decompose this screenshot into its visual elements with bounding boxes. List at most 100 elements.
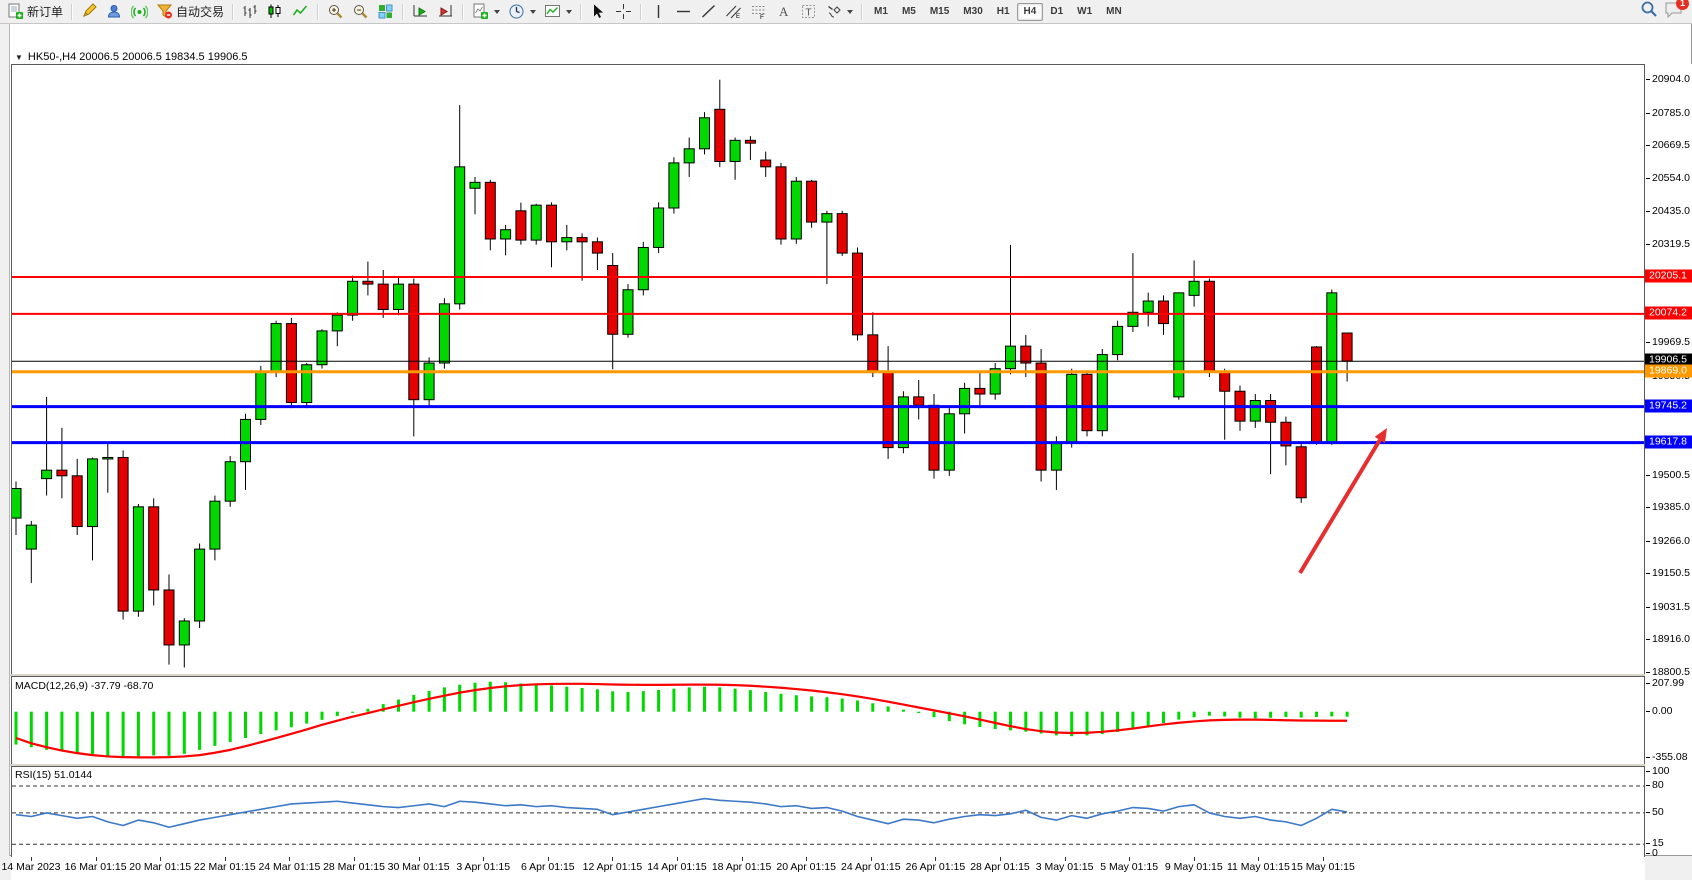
price-axis[interactable]: 20904.0 20785.0 20669.5 20554.0 20435.0 20319…	[1645, 64, 1692, 855]
chart-dropdown-icon[interactable]: ▼	[15, 53, 23, 62]
timeframe-button-w1[interactable]: W1	[1070, 3, 1099, 21]
svg-text:A: A	[779, 4, 789, 19]
time-axis-label: 20 Apr 01:15	[776, 861, 836, 873]
macd-panel[interactable]	[11, 676, 1645, 765]
horizontal-line-button[interactable]	[671, 2, 696, 22]
timeframe-button-m30[interactable]: M30	[956, 3, 989, 21]
search-icon[interactable]	[1640, 0, 1658, 23]
auto-scroll-button[interactable]	[408, 2, 433, 22]
trend-line-button[interactable]	[696, 2, 721, 22]
fibonacci-button[interactable]: F	[746, 2, 771, 22]
periods-button[interactable]	[504, 2, 540, 22]
time-axis-label: 20 Mar 01:15	[129, 861, 191, 873]
main-toolbar: 新订单 自动交易 E F A T M1M5M15M30H1H4D1W1MN 1	[0, 0, 1692, 24]
time-axis-label: 11 May 01:15	[1227, 861, 1290, 873]
price-axis-tick: 20904.0	[1652, 73, 1690, 85]
timeframe-button-h1[interactable]: H1	[990, 3, 1017, 21]
price-tag-19617.8: 19617.8	[1645, 435, 1692, 448]
macd-panel-divider[interactable]	[1, 674, 1691, 676]
svg-text:T: T	[806, 8, 812, 19]
trend-arrow-annotation[interactable]	[1300, 428, 1387, 573]
price-axis-tick: 19969.5	[1652, 336, 1690, 348]
price-axis-tick: 18916.0	[1652, 633, 1690, 645]
main-chart-panel[interactable]	[11, 64, 1645, 675]
price-axis-tick: 20669.5	[1652, 139, 1690, 151]
chart-shift-button[interactable]	[433, 2, 458, 22]
line-chart-button[interactable]	[288, 2, 313, 22]
crosshair-button[interactable]	[611, 2, 636, 22]
timeframe-button-m5[interactable]: M5	[895, 3, 923, 21]
svg-text:F: F	[760, 14, 764, 20]
time-axis-label: 14 Mar 2023	[2, 861, 61, 873]
cursor-button[interactable]	[586, 2, 611, 22]
zoom-in-icon	[327, 3, 344, 20]
signals-button[interactable]	[127, 2, 152, 22]
timeframe-button-m1[interactable]: M1	[867, 3, 895, 21]
time-axis-label: 5 May 01:15	[1100, 861, 1158, 873]
rsi-panel[interactable]	[11, 766, 1645, 858]
vertical-line-button[interactable]	[646, 2, 671, 22]
time-axis-label: 26 Apr 01:15	[906, 861, 966, 873]
pencil-button[interactable]	[77, 2, 102, 22]
time-axis-label: 15 May 01:15	[1291, 861, 1355, 873]
horizontal-line-icon	[675, 3, 692, 20]
zoom-in-button[interactable]	[323, 2, 348, 22]
templates-button[interactable]	[540, 2, 576, 22]
macd-axis-tick: 207.99	[1652, 677, 1684, 689]
templates-icon	[544, 3, 561, 20]
text-label-button[interactable]: T	[796, 2, 821, 22]
timeframe-button-mn[interactable]: MN	[1099, 3, 1129, 21]
trend-line-icon	[700, 3, 717, 20]
notifications-button[interactable]: 1	[1664, 1, 1683, 23]
rsi-axis-tick: 80	[1652, 779, 1664, 791]
candlestick-chart-canvas[interactable]	[12, 65, 1644, 674]
text-button[interactable]: A	[771, 2, 796, 22]
equidistant-channel-button[interactable]: E	[721, 2, 746, 22]
line-chart-icon	[292, 3, 309, 20]
price-tag-19869.0: 19869.0	[1645, 364, 1692, 377]
price-axis-tick: 20554.0	[1652, 172, 1690, 184]
dropdown-caret-icon[interactable]	[566, 10, 572, 14]
toolbar-separator	[232, 4, 234, 20]
dropdown-caret-icon[interactable]	[494, 10, 500, 14]
price-tag-20205.1: 20205.1	[1645, 270, 1692, 283]
text-label-icon: T	[800, 3, 817, 20]
time-axis-label: 24 Mar 01:15	[258, 861, 320, 873]
dropdown-caret-icon[interactable]	[847, 10, 853, 14]
tile-windows-icon	[377, 3, 394, 20]
new-order-button[interactable]: 新订单	[3, 2, 67, 22]
indicators-button[interactable]	[468, 2, 504, 22]
signal-icon	[131, 3, 148, 20]
autotrading-button-label: 自动交易	[176, 3, 224, 20]
notifications-badge: 1	[1676, 0, 1689, 10]
rsi-chart-canvas[interactable]	[12, 767, 1644, 857]
tile-windows-button[interactable]	[373, 2, 398, 22]
rsi-panel-divider[interactable]	[1, 764, 1691, 766]
price-axis-tick: 19266.0	[1652, 535, 1690, 547]
toolbar-separator	[317, 4, 319, 20]
rsi-axis-tick: 50	[1652, 806, 1664, 818]
toolbar-right-group: 1	[1640, 0, 1689, 23]
price-axis-tick: 20785.0	[1652, 107, 1690, 119]
candlestick-chart-button[interactable]	[263, 2, 288, 22]
shapes-button[interactable]	[821, 2, 857, 22]
timeframe-button-m15[interactable]: M15	[923, 3, 956, 21]
toolbar-separator	[580, 4, 582, 20]
mt4-terminal: { "toolbar": { "groups": [ {"items":[{"n…	[0, 0, 1692, 856]
chart-title-bar[interactable]: ▼ HK50-,H4 20006.5 20006.5 19834.5 19906…	[15, 51, 248, 63]
bar-chart-button[interactable]	[238, 2, 263, 22]
autotrading-button[interactable]: 自动交易	[152, 2, 228, 22]
crosshair-icon	[615, 3, 632, 20]
price-axis-tick: 20435.0	[1652, 205, 1690, 217]
timeframe-button-d1[interactable]: D1	[1043, 3, 1070, 21]
macd-chart-canvas[interactable]	[12, 677, 1644, 764]
time-axis[interactable]: 14 Mar 202316 Mar 01:1520 Mar 01:1522 Ma…	[11, 857, 1645, 880]
dropdown-caret-icon[interactable]	[530, 10, 536, 14]
bar-chart-icon	[242, 3, 259, 20]
pencil-icon	[81, 3, 98, 20]
macd-label: MACD(12,26,9) -37.79 -68.70	[15, 680, 153, 692]
zoom-out-button[interactable]	[348, 2, 373, 22]
profile-button[interactable]	[102, 2, 127, 22]
timeframe-button-h4[interactable]: H4	[1017, 3, 1044, 21]
price-axis-tick: 20319.5	[1652, 238, 1690, 250]
